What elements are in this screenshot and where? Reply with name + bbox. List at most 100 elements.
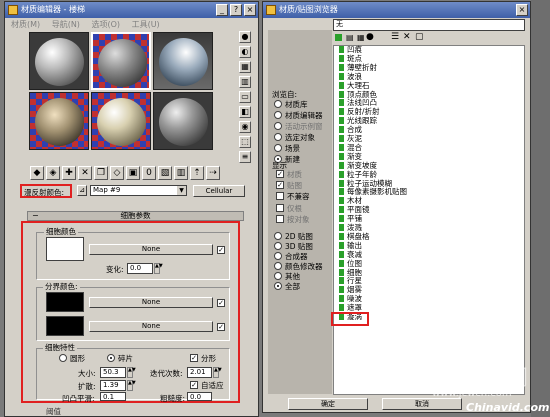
- cell-color-swatch[interactable]: [46, 237, 84, 261]
- division-color-1-checkbox[interactable]: ✓: [217, 299, 225, 307]
- cancel-button[interactable]: 取消: [382, 398, 462, 410]
- chevron-down-icon: ▼: [177, 186, 186, 195]
- thresholds-label: 阈值: [46, 407, 61, 416]
- category-radio[interactable]: [274, 232, 282, 240]
- division-color-1-map-button[interactable]: None: [89, 297, 213, 308]
- category-radio[interactable]: [274, 252, 282, 260]
- sphere-icon[interactable]: ●: [239, 31, 251, 43]
- map-type-icon: [339, 161, 344, 169]
- put-to-library-icon[interactable]: ▣: [126, 166, 140, 180]
- options-icon[interactable]: ◉: [239, 121, 251, 133]
- iterations-input[interactable]: 2.01: [187, 367, 212, 378]
- adaptive-checkbox[interactable]: ✓: [190, 381, 198, 389]
- chips-radio[interactable]: [107, 354, 115, 362]
- bump-smoothing-input[interactable]: 0.1: [100, 392, 126, 401]
- category-radio[interactable]: [274, 262, 282, 270]
- map-list-item-label: 合成: [347, 125, 362, 135]
- root-only-checkbox[interactable]: [276, 204, 284, 212]
- browse-from-radio[interactable]: [274, 111, 282, 119]
- go-to-parent-icon[interactable]: ⇡: [190, 166, 204, 180]
- ok-button[interactable]: 确定: [288, 398, 368, 410]
- map-browser-titlebar[interactable]: 材质/贴图浏览器 ×: [263, 2, 530, 18]
- map-list-item-label: 遮罩: [347, 303, 362, 313]
- browser-name-field[interactable]: 无: [333, 19, 525, 31]
- sample-slot-6[interactable]: [153, 92, 213, 150]
- variation-spinner[interactable]: ▲▼: [154, 263, 163, 274]
- division-color-2-checkbox[interactable]: ✓: [217, 323, 225, 331]
- spread-spinner[interactable]: ▲▼: [127, 380, 136, 391]
- sample-slot-1[interactable]: [29, 32, 89, 90]
- fractal-checkbox[interactable]: ✓: [190, 354, 198, 362]
- show-checkbox[interactable]: ✓: [276, 181, 284, 189]
- watermark-url: www.jcwcn.com: [432, 388, 512, 399]
- cell-color-map-checkbox[interactable]: ✓: [217, 246, 225, 254]
- menu-material[interactable]: 材质(M): [11, 20, 40, 29]
- browser-close-button[interactable]: ×: [516, 4, 528, 16]
- division-color-swatch-2[interactable]: [46, 316, 84, 336]
- background-icon[interactable]: ▦: [239, 61, 251, 73]
- browse-from-radio[interactable]: [274, 122, 282, 130]
- category-radio[interactable]: [274, 282, 282, 290]
- update-scene-icon[interactable]: ☰: [391, 32, 399, 42]
- backlight-icon[interactable]: ◐: [239, 46, 251, 58]
- view-list-icon[interactable]: [335, 34, 342, 41]
- clear-icon[interactable]: ▢: [415, 32, 424, 42]
- sample-slot-2[interactable]: [91, 32, 151, 90]
- by-object-checkbox[interactable]: [276, 215, 284, 223]
- roughness-input[interactable]: 0.0: [187, 392, 212, 401]
- view-list-icons-icon[interactable]: ▤: [346, 33, 354, 42]
- show-end-result-icon[interactable]: ▥: [174, 166, 188, 180]
- view-large-icons-icon[interactable]: ●: [366, 32, 374, 42]
- cell-color-map-button[interactable]: None: [89, 244, 213, 255]
- sample-slot-3[interactable]: [153, 32, 213, 90]
- menu-utilities[interactable]: 工具(U): [132, 20, 160, 29]
- browse-from-radio[interactable]: [274, 133, 282, 141]
- iterations-spinner[interactable]: ▲▼: [213, 367, 222, 378]
- map-type-button[interactable]: Cellular: [193, 185, 245, 197]
- copy-material-icon[interactable]: ❐: [94, 166, 108, 180]
- reset-icon[interactable]: ✕: [78, 166, 92, 180]
- help-button[interactable]: ?: [230, 4, 242, 16]
- video-check-icon[interactable]: ▭: [239, 91, 251, 103]
- material-editor-titlebar[interactable]: 材质编辑器 - 楼梯 _ ? ×: [5, 2, 258, 18]
- assign-material-icon[interactable]: ✚: [62, 166, 76, 180]
- circular-radio[interactable]: [59, 354, 67, 362]
- rollout-header[interactable]: − 细胞参数: [27, 211, 244, 221]
- spread-input[interactable]: 1.39: [100, 380, 126, 391]
- show-map-icon[interactable]: ▧: [158, 166, 172, 180]
- material-effects-channel-icon[interactable]: 0: [142, 166, 156, 180]
- sample-slot-4[interactable]: [29, 92, 89, 150]
- close-button[interactable]: ×: [244, 4, 256, 16]
- menu-navigation[interactable]: 导航(N): [52, 20, 80, 29]
- size-input[interactable]: 50.3: [100, 367, 126, 378]
- tiling-icon[interactable]: ▥: [239, 76, 251, 88]
- size-spinner[interactable]: ▲▼: [127, 367, 136, 378]
- browse-from-radio[interactable]: [274, 100, 282, 108]
- select-by-material-icon[interactable]: ⬚: [239, 136, 251, 148]
- show-checkbox[interactable]: ✓: [276, 170, 284, 178]
- material-navigator-icon[interactable]: ≡: [239, 151, 251, 163]
- delete-icon[interactable]: ✕: [403, 32, 411, 42]
- put-to-scene-icon[interactable]: ◈: [46, 166, 60, 180]
- variation-input[interactable]: 0.0: [127, 263, 153, 274]
- go-forward-icon[interactable]: ⇢: [206, 166, 220, 180]
- division-color-swatch-1[interactable]: [46, 292, 84, 312]
- category-radio[interactable]: [274, 242, 282, 250]
- division-color-2-map-button[interactable]: None: [89, 321, 213, 332]
- show-checkbox[interactable]: [276, 192, 284, 200]
- sample-slot-5[interactable]: [91, 92, 151, 150]
- get-material-icon[interactable]: ◆: [30, 166, 44, 180]
- category-radio[interactable]: [274, 272, 282, 280]
- pick-map-button[interactable]: ⊿: [77, 185, 87, 196]
- map-name-dropdown[interactable]: Map #9 ▼: [90, 185, 187, 196]
- menu-options[interactable]: 选项(O): [91, 20, 120, 29]
- make-unique-icon[interactable]: ◇: [110, 166, 124, 180]
- view-small-icons-icon[interactable]: ▦: [357, 33, 365, 42]
- minimize-button[interactable]: _: [216, 4, 228, 16]
- material-editor-title: 材质编辑器 - 楼梯: [21, 5, 85, 14]
- preview-icon[interactable]: ◧: [239, 106, 251, 118]
- browse-from-radio[interactable]: [274, 144, 282, 152]
- show-option-label: 材质: [287, 170, 302, 179]
- bump-smoothing-label: 凹凸平滑:: [62, 394, 95, 403]
- show-option-label: 不兼容: [287, 192, 310, 201]
